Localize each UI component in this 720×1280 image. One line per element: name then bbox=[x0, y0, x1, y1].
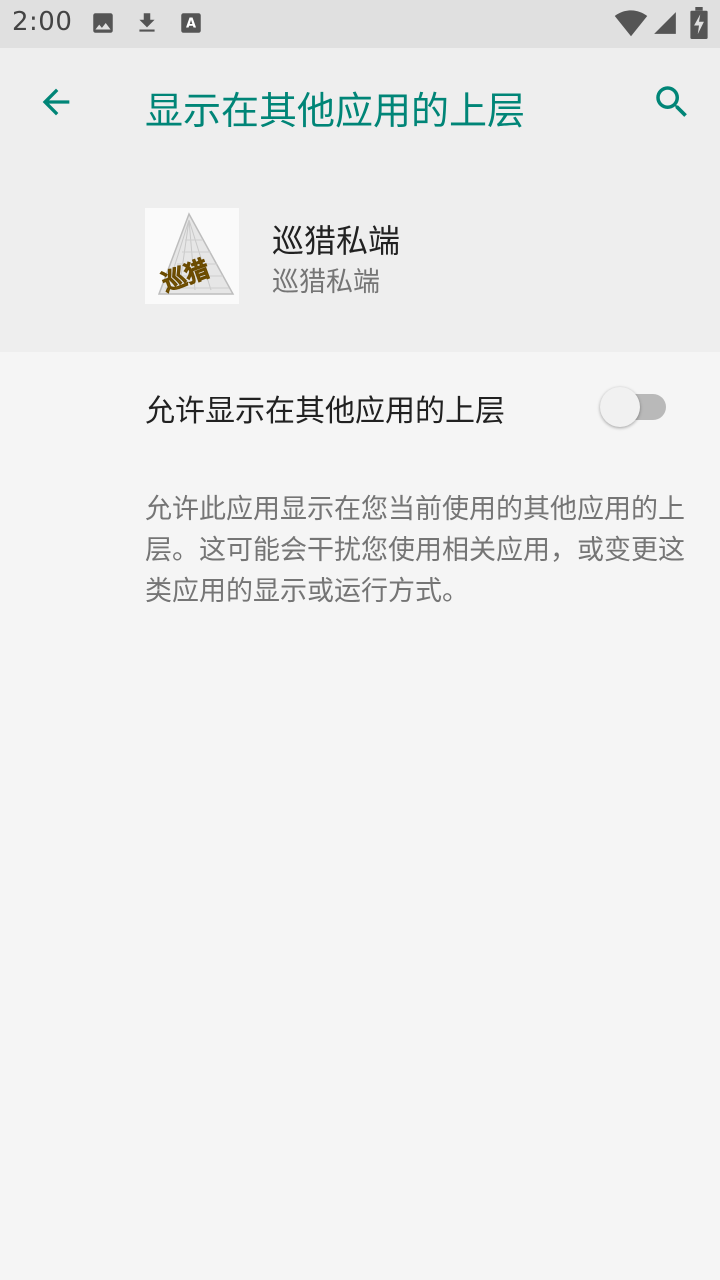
app-icon: 巡猎 bbox=[145, 208, 239, 304]
search-icon bbox=[656, 86, 687, 117]
app-name: 巡猎私端 bbox=[272, 222, 401, 260]
app-header: 巡猎 巡猎私端 巡猎私端 bbox=[0, 160, 720, 352]
cellular-signal-icon bbox=[652, 9, 678, 41]
download-icon bbox=[134, 10, 160, 40]
status-time: 2:00 bbox=[12, 7, 73, 37]
wifi-icon bbox=[614, 9, 648, 41]
app-subtitle: 巡猎私端 bbox=[272, 267, 380, 298]
overlay-permission-toggle[interactable] bbox=[598, 386, 670, 428]
status-bar: 2:00 A bbox=[0, 0, 720, 48]
image-icon bbox=[90, 10, 116, 40]
svg-text:A: A bbox=[186, 16, 196, 31]
arrow-back-icon bbox=[42, 88, 70, 116]
search-button[interactable] bbox=[648, 78, 696, 126]
battery-charging-icon bbox=[690, 7, 708, 43]
text-a-icon: A bbox=[178, 10, 204, 40]
overlay-permission-row[interactable]: 允许显示在其他应用的上层 bbox=[0, 352, 720, 462]
back-button[interactable] bbox=[32, 78, 80, 126]
app-bar: 显示在其他应用的上层 bbox=[0, 48, 720, 160]
toggle-thumb bbox=[600, 387, 640, 427]
permission-description: 允许此应用显示在您当前使用的其他应用的上层。这可能会干扰您使用相关应用，或变更这… bbox=[145, 494, 685, 607]
overlay-permission-label: 允许显示在其他应用的上层 bbox=[145, 394, 505, 429]
page-title: 显示在其他应用的上层 bbox=[145, 89, 526, 133]
